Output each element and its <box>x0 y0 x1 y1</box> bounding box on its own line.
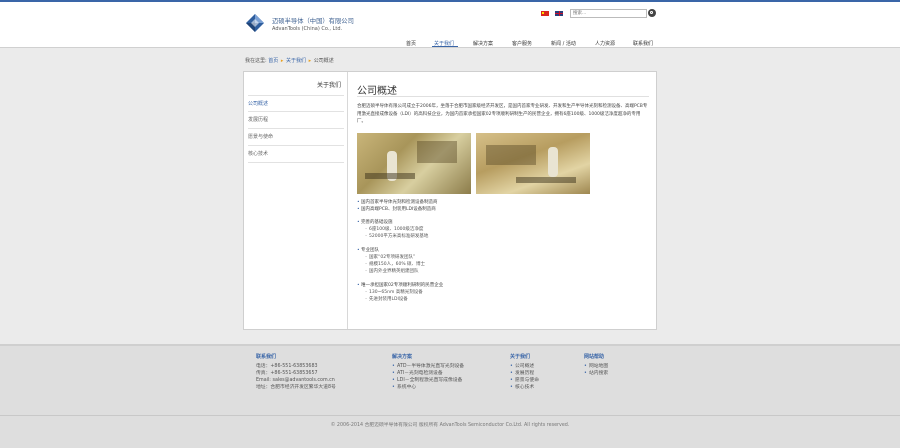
logo-name-en[interactable]: AdvanTools (China) Co., Ltd. <box>272 26 342 32</box>
breadcrumb-current: 公司概述 <box>313 58 334 64</box>
cleanroom-photo <box>357 133 471 194</box>
content-panel: 关于我们 公司概述 发展历程 愿景与使命 核心技术 公司概述 合肥迈硕半导体有限… <box>243 71 657 330</box>
nav-active-indicator <box>432 46 458 47</box>
list-subitem: 国内外业界精英组建团队 <box>365 268 418 275</box>
nav-home[interactable]: 首页 <box>406 40 416 47</box>
nav-contact[interactable]: 联系我们 <box>633 40 653 47</box>
copyright-text: © 2006-2014 合肥迈硕半导体有限公司 版权所有 AdvanTools … <box>330 423 570 428</box>
nav-solutions[interactable]: 解决方案 <box>473 40 493 47</box>
sidebar-item-overview[interactable]: 公司概述 <box>248 95 344 112</box>
title-divider <box>357 96 649 97</box>
footer-about-title: 关于我们 <box>510 354 531 360</box>
flag-cn-icon[interactable] <box>541 11 549 16</box>
logo-name-cn[interactable]: 迈硕半导体（中国）有限公司 <box>272 16 354 25</box>
breadcrumb-home[interactable]: 首页 <box>268 58 278 64</box>
main-content: 公司概述 合肥迈硕半导体有限公司成立于2006年，坐落于合肥市国家级经济开发区，… <box>357 72 653 329</box>
list-subitem: 先进封装用LDI设备 <box>365 296 408 303</box>
footer-search-link[interactable]: 站内搜索 <box>584 370 608 378</box>
footer-address: 地址：合肥市经济开发区繁华大道8号 <box>256 385 336 390</box>
site-header: 迈硕半导体（中国）有限公司 AdvanTools (China) Co., Lt… <box>0 2 900 48</box>
footer-about-link[interactable]: 核心技术 <box>510 384 534 392</box>
breadcrumb-section[interactable]: 关于我们 <box>286 58 306 64</box>
footer-site-title: 网站帮助 <box>584 354 605 360</box>
nav-hr[interactable]: 人力资源 <box>595 40 615 47</box>
sidebar-item-technology[interactable]: 核心技术 <box>248 146 344 163</box>
breadcrumb-arrow-icon: ▸ <box>280 58 284 64</box>
lab-photo <box>476 133 590 194</box>
search-icon[interactable] <box>648 9 656 17</box>
footer-solutions-title: 解决方案 <box>392 354 413 360</box>
logo-diamond-icon[interactable] <box>245 13 265 33</box>
nav-service[interactable]: 客户服务 <box>512 40 532 47</box>
sidebar-item-vision[interactable]: 愿景与使命 <box>248 129 344 146</box>
footer-contact-title: 联系我们 <box>256 354 277 360</box>
list-item: 国内高端PCB、封装用LDI设备制造商 <box>357 206 436 213</box>
breadcrumb-arrow-icon: ▸ <box>308 58 312 64</box>
site-footer: 联系我们 电话：+86-551-63853683 传真：+86-551-6385… <box>0 344 900 448</box>
copyright-divider <box>0 415 900 416</box>
search-input[interactable] <box>570 9 647 18</box>
flag-uk-icon[interactable] <box>555 11 563 16</box>
footer-divider <box>0 344 900 346</box>
sidebar-item-history[interactable]: 发展历程 <box>248 112 344 129</box>
sidebar: 关于我们 公司概述 发展历程 愿景与使命 核心技术 <box>244 72 348 329</box>
page-title: 公司概述 <box>357 86 397 97</box>
breadcrumb: 我在这里: 首页 ▸ 关于我们 ▸ 公司概述 <box>245 57 334 64</box>
nav-news[interactable]: 新闻 / 活动 <box>551 40 576 47</box>
breadcrumb-prefix: 我在这里: <box>245 58 267 64</box>
list-subitem: 52000平方米高标准研发基地 <box>365 233 428 240</box>
intro-paragraph: 合肥迈硕半导体有限公司成立于2006年，坐落于合肥市国家级经济开发区，是国内首家… <box>357 104 648 124</box>
footer-solution-link[interactable]: 系统中心 <box>392 384 416 392</box>
sidebar-title: 关于我们 <box>316 82 341 89</box>
